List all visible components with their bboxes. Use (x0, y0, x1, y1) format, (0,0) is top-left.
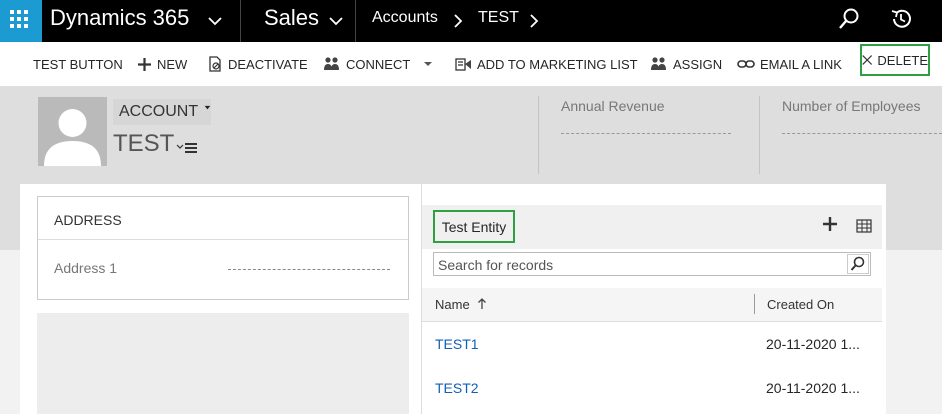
nav-divider (355, 0, 356, 42)
command-label: DELETE (877, 52, 928, 68)
column-header-label: Name (435, 297, 470, 312)
chevron-down-icon[interactable] (328, 14, 344, 28)
entity-type-selector[interactable]: ACCOUNT (113, 99, 211, 125)
chevron-right-icon (454, 14, 463, 28)
deactivate-button[interactable]: DEACTIVATE (208, 42, 308, 86)
plus-icon[interactable] (822, 216, 838, 232)
entity-type-label: ACCOUNT (119, 103, 199, 120)
subgrid-title-text: Test Entity (441, 218, 507, 235)
subgrid-title: Test Entity (433, 210, 515, 243)
number-of-employees-value[interactable] (782, 133, 942, 134)
breadcrumb-accounts[interactable]: Accounts (372, 9, 438, 27)
app-launcher-button[interactable] (0, 0, 42, 42)
marketing-list-icon (455, 58, 471, 71)
section-divider (38, 239, 408, 240)
header-separator (538, 96, 539, 174)
link-icon (737, 60, 755, 68)
record-header: ACCOUNT TEST Annual Revenue Number of Em… (0, 86, 942, 184)
column-header-created-on[interactable]: Created On (767, 297, 834, 312)
breadcrumb-test[interactable]: TEST (478, 9, 519, 27)
subgrid-row-created-on: 20-11-2020 1... (766, 380, 860, 396)
more-commands-dropdown[interactable] (422, 42, 439, 86)
nav-divider (240, 0, 241, 42)
chevron-right-icon[interactable] (528, 13, 540, 29)
search-button[interactable] (847, 254, 869, 274)
sort-ascending-icon (478, 298, 487, 309)
command-label: DEACTIVATE (228, 56, 308, 72)
search-icon[interactable] (836, 6, 862, 32)
section-title: ADDRESS (54, 212, 122, 228)
subgrid-row-created-on: 20-11-2020 1... (766, 336, 860, 352)
plus-icon (138, 57, 151, 71)
assign-button[interactable]: ASSIGN (650, 42, 722, 86)
person-silhouette-icon (44, 109, 101, 166)
chevron-down-icon[interactable] (207, 14, 223, 28)
module-name[interactable]: Sales (264, 5, 319, 31)
assign-icon (651, 57, 666, 70)
command-label: ASSIGN (673, 56, 723, 72)
caret-down-icon (204, 105, 211, 110)
subgrid-row-name-link[interactable]: TEST1 (435, 336, 479, 352)
grid-view-icon[interactable] (856, 219, 872, 233)
delete-button[interactable]: DELETE (860, 44, 930, 76)
connect-icon (324, 57, 339, 70)
test-button[interactable]: TEST BUTTON (33, 42, 123, 86)
subgrid-row-name-link[interactable]: TEST2 (435, 380, 479, 396)
deactivate-icon (209, 56, 221, 72)
address-1-label: Address 1 (54, 260, 118, 276)
record-title: TEST (113, 130, 175, 157)
new-button[interactable]: NEW (137, 42, 187, 86)
waffle-icon (10, 10, 28, 28)
subgrid-search-box (433, 252, 871, 277)
command-label: ADD TO MARKETING LIST (477, 56, 638, 72)
email-a-link-button[interactable]: EMAIL A LINK (737, 42, 842, 86)
address-section: ADDRESS Address 1 (37, 196, 409, 300)
annual-revenue-label: Annual Revenue (561, 98, 665, 114)
column-header-name[interactable]: Name (435, 297, 487, 312)
subgrid-column-headers: Name Created On (422, 288, 882, 322)
search-icon (850, 256, 865, 271)
annual-revenue-value[interactable] (561, 133, 731, 134)
history-icon[interactable] (888, 6, 914, 32)
empty-section (37, 313, 409, 414)
header-separator (759, 96, 760, 174)
address-1-field[interactable] (228, 269, 390, 270)
command-label: CONNECT (346, 56, 411, 72)
close-icon (862, 55, 873, 65)
number-of-employees-label: Number of Employees (782, 98, 921, 114)
header-band (0, 184, 20, 250)
caret-down-icon (424, 62, 432, 66)
command-label: EMAIL A LINK (760, 56, 842, 72)
avatar[interactable] (38, 97, 107, 166)
form-selector-icon[interactable] (176, 140, 198, 156)
command-label: TEST BUTTON (33, 56, 123, 72)
add-to-marketing-list-button[interactable]: ADD TO MARKETING LIST (455, 42, 638, 86)
connect-button[interactable]: CONNECT (323, 42, 410, 86)
top-navigation-bar: Dynamics 365 Sales Accounts TEST (0, 0, 942, 42)
header-band (886, 184, 942, 250)
command-bar: TEST BUTTON NEW DEACTIVATE CONNECT ADD T… (0, 42, 942, 86)
column-resize-handle[interactable] (754, 294, 755, 314)
search-input[interactable] (434, 253, 850, 277)
command-label: NEW (157, 56, 188, 72)
app-title[interactable]: Dynamics 365 (50, 5, 189, 31)
